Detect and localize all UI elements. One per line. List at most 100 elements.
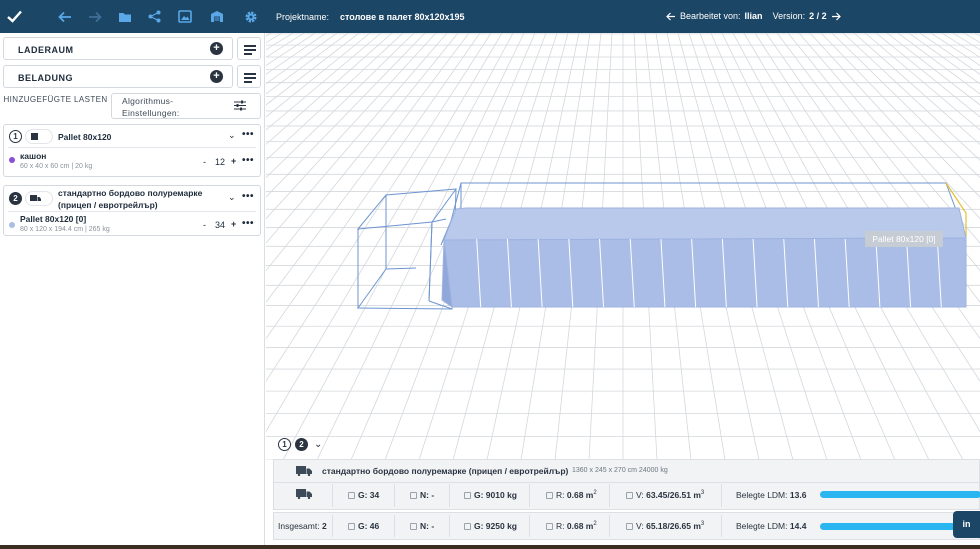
cargo-block[interactable] xyxy=(441,207,967,309)
item-more-options-icon[interactable]: ••• xyxy=(242,218,254,229)
bottom-edge xyxy=(0,545,980,549)
box-icon xyxy=(348,523,355,530)
view-tab-1[interactable]: 1 xyxy=(278,438,291,451)
box-icon xyxy=(348,492,355,499)
toolbar xyxy=(0,0,265,33)
decrement-button[interactable]: - xyxy=(203,157,206,167)
check-icon[interactable] xyxy=(6,8,23,25)
chevron-down-icon[interactable]: ⌄ xyxy=(228,192,236,203)
version-navigator: Bearbeitet von: Ilian Version: 2 / 2 xyxy=(666,11,841,21)
vehicle-summary-panel: стандартно бордово полуремарке (прицеп /… xyxy=(273,459,980,510)
scale-icon xyxy=(464,492,471,499)
area-icon xyxy=(546,523,553,530)
load-group-2[interactable]: 2 стандартно бордово полуремарке (прицеп… xyxy=(3,185,261,236)
edited-by-label: Bearbeitet von: xyxy=(680,11,741,21)
redo-arrow-icon[interactable] xyxy=(86,8,103,25)
pallet-icon xyxy=(31,133,38,140)
tab-added-loads[interactable]: HINZUGEFÜGTE LASTEN xyxy=(3,93,108,119)
next-version-arrow-icon[interactable] xyxy=(831,12,841,21)
add-beladung-button[interactable]: + xyxy=(210,70,223,83)
more-options-icon[interactable]: ••• xyxy=(242,191,254,202)
undo-arrow-icon[interactable] xyxy=(56,8,73,25)
decrement-button[interactable]: - xyxy=(203,220,206,230)
warehouse-icon[interactable] xyxy=(208,8,225,25)
sliders-icon xyxy=(234,100,246,111)
group-title: Pallet 80x120 xyxy=(58,132,112,142)
laderaum-section[interactable]: LADERAUM + xyxy=(3,37,233,60)
folder-icon[interactable] xyxy=(116,8,133,25)
vehicle-title: стандартно бордово полуремарке (прицеп /… xyxy=(322,466,569,476)
viewport-tabs: 1 2 ⌄ xyxy=(278,438,322,451)
item-name: Pallet 80x120 [0] xyxy=(20,214,87,224)
increment-button[interactable]: + xyxy=(231,156,236,166)
area-icon xyxy=(546,492,553,499)
load-tabs: HINZUGEFÜGTE LASTEN Algorithmus-Einstell… xyxy=(3,93,261,119)
beladung-section[interactable]: BELADUNG + xyxy=(3,65,233,88)
group-title-line-2: (прицеп / евротрейлър) xyxy=(58,200,158,210)
load-group-1[interactable]: 1 Pallet 80x120 ⌄ ••• кашон 60 x 40 x 60… xyxy=(3,124,261,177)
total-label: Insgesamt: 2 xyxy=(278,521,327,531)
group-count-stat: G: 34 xyxy=(348,490,379,500)
pallet-toggle[interactable] xyxy=(26,130,52,143)
truck-icon xyxy=(30,195,41,201)
item-dimensions: 60 x 40 x 60 cm | 20 kg xyxy=(20,163,93,170)
settings-gear-icon[interactable] xyxy=(242,8,259,25)
sidebar: LADERAUM + BELADUNG + HINZUGEFÜGTE LASTE… xyxy=(0,33,265,549)
add-laderaum-button[interactable]: + xyxy=(210,42,223,55)
algorithm-settings-label: Algorithmus-Einstellungen: xyxy=(122,96,180,118)
project-header: Projektname: столове в палет 80x120x195 … xyxy=(266,0,980,33)
scale-icon xyxy=(464,523,471,530)
item-color-dot xyxy=(9,157,15,163)
ldm-stat: Belegte LDM: 14.4 xyxy=(736,521,807,531)
item-dimensions: 80 x 120 x 194.4 cm | 265 kg xyxy=(20,226,110,233)
truck-icon xyxy=(296,489,312,499)
laderaum-label: LADERAUM xyxy=(18,45,74,55)
area-stat: R: 0.68 m2 xyxy=(546,490,597,500)
top-bar: Projektname: столове в палет 80x120x195 … xyxy=(0,0,980,33)
laderaum-menu-button[interactable] xyxy=(237,37,261,60)
edited-by-user: Ilian xyxy=(744,11,763,21)
group-number-badge: 1 xyxy=(9,130,22,143)
n-stat: N: - xyxy=(410,490,434,500)
weight-stat: G: 9250 kg xyxy=(464,521,517,531)
linkedin-button[interactable]: in xyxy=(953,511,980,538)
ldm-progress-bar xyxy=(820,491,980,498)
quantity-value[interactable]: 12 xyxy=(215,157,225,167)
share-icon[interactable] xyxy=(146,8,163,25)
previous-version-arrow-icon[interactable] xyxy=(666,12,676,21)
truck-icon xyxy=(296,466,312,476)
version-value: 2 / 2 xyxy=(809,11,827,21)
project-name[interactable]: столове в палет 80x120x195 xyxy=(340,12,465,22)
item-name: кашон xyxy=(20,151,47,161)
chevron-down-icon[interactable]: ⌄ xyxy=(314,439,322,450)
group-count-stat: G: 46 xyxy=(348,521,379,531)
volume-icon xyxy=(626,523,633,530)
weight-stat: G: 9010 kg xyxy=(464,490,517,500)
more-options-icon[interactable]: ••• xyxy=(242,129,254,140)
volume-icon xyxy=(626,492,633,499)
quantity-value[interactable]: 34 xyxy=(215,220,225,230)
view-tab-2[interactable]: 2 xyxy=(295,438,308,451)
tab-algorithm-settings[interactable]: Algorithmus-Einstellungen: xyxy=(111,93,261,119)
truck-cab-wireframe xyxy=(356,188,458,310)
divider xyxy=(8,211,256,212)
pallet-tooltip: Pallet 80x120 [0] xyxy=(865,231,943,247)
total-summary-panel: Insgesamt: 2 G: 46 N: - G: 9250 kg R: 0.… xyxy=(273,512,980,540)
volume-stat: V: 63.45/26.51 m3 xyxy=(626,490,704,500)
item-more-options-icon[interactable]: ••• xyxy=(242,155,254,166)
chevron-down-icon[interactable]: ⌄ xyxy=(228,130,236,141)
gallery-icon[interactable] xyxy=(176,8,193,25)
volume-stat: V: 65.18/26.65 m3 xyxy=(626,521,704,531)
item-color-dot xyxy=(9,222,15,228)
ldm-stat: Belegte LDM: 13.6 xyxy=(736,490,807,500)
group-number-badge: 2 xyxy=(9,192,22,205)
project-name-label: Projektname: xyxy=(276,12,330,22)
truck-toggle[interactable] xyxy=(26,192,52,205)
3d-viewport[interactable]: Pallet 80x120 [0] xyxy=(266,33,980,460)
beladung-label: BELADUNG xyxy=(18,73,73,83)
increment-button[interactable]: + xyxy=(231,219,236,229)
divider xyxy=(8,147,256,148)
weight-icon xyxy=(410,523,417,530)
area-stat: R: 0.68 m2 xyxy=(546,521,597,531)
beladung-menu-button[interactable] xyxy=(237,65,261,88)
